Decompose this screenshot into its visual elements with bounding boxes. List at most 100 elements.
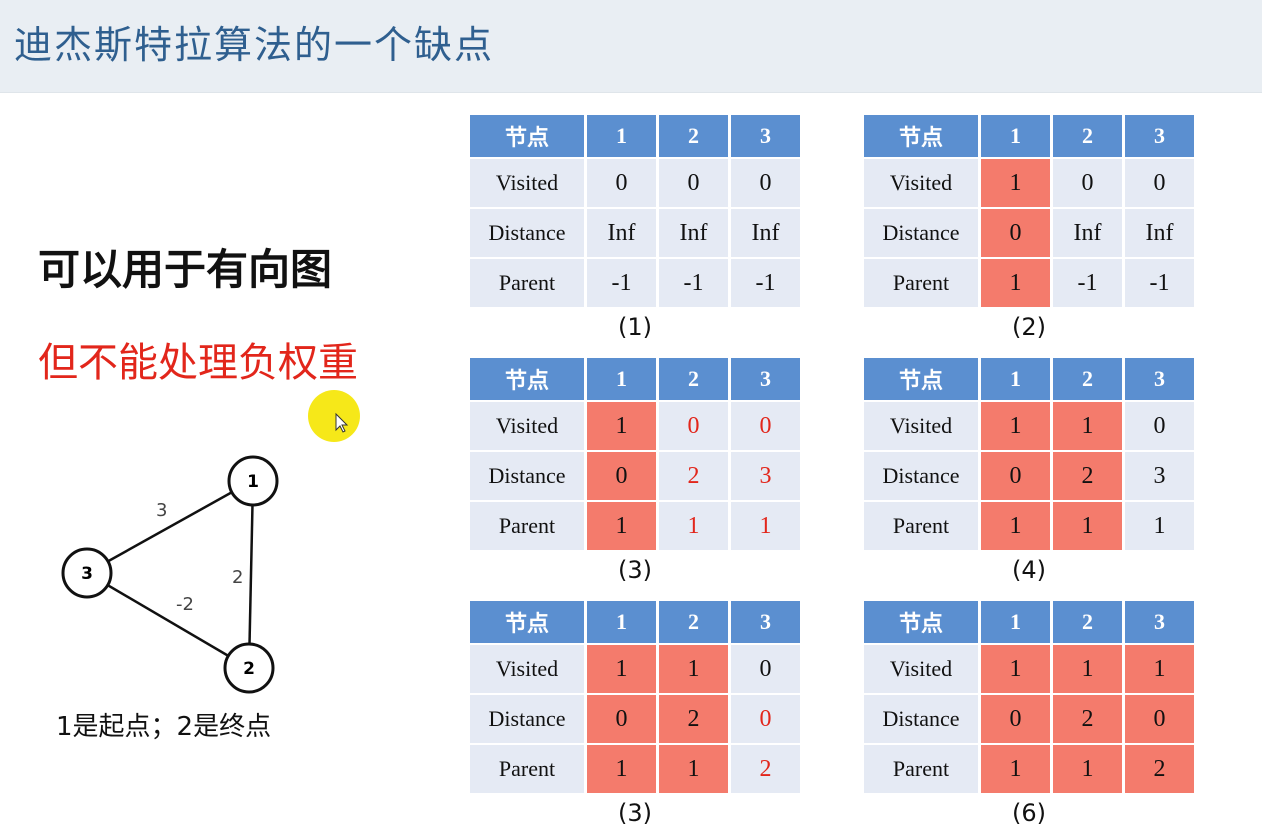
state-table-4: 节点 1 2 3 Visited 1 1 0 Distance 0 2 3 Pa…	[861, 358, 1197, 584]
table-cell: 1	[587, 745, 656, 795]
table-row: Parent 1 1 2	[470, 745, 800, 795]
row-label-visited: Visited	[864, 159, 978, 209]
table-row: Parent -1 -1 -1	[470, 259, 800, 309]
table-cell: 1	[981, 402, 1050, 452]
header-node: 节点	[470, 115, 584, 159]
state-table-1: 节点 1 2 3 Visited 0 0 0 Distance Inf Inf …	[467, 115, 803, 341]
table-row: Parent 1 1 1	[864, 502, 1194, 552]
row-label-distance: Distance	[864, 452, 978, 502]
table-cell: 2	[1125, 745, 1194, 795]
slide-header: 迪杰斯特拉算法的一个缺点	[0, 0, 1262, 93]
table-cell: 0	[981, 209, 1050, 259]
header-col-2: 2	[659, 358, 728, 402]
node-label-2: 2	[243, 659, 255, 679]
table-cell: Inf	[731, 209, 800, 259]
header-col-3: 3	[1125, 115, 1194, 159]
table-cell: 0	[587, 452, 656, 502]
header-col-3: 3	[731, 358, 800, 402]
graph-diagram: 3 2 -2 1 2 3	[61, 455, 279, 694]
row-label-parent: Parent	[470, 745, 584, 795]
edge-1-3	[86, 479, 253, 575]
state-table-3: 节点 1 2 3 Visited 1 0 0 Distance 0 2 3 Pa…	[467, 358, 803, 584]
table-cell: 0	[731, 645, 800, 695]
pointer-highlight-icon	[308, 390, 360, 442]
table-cell: 0	[659, 402, 728, 452]
row-label-distance: Distance	[864, 209, 978, 259]
table-cell: 1	[981, 645, 1050, 695]
table-row: Distance Inf Inf Inf	[470, 209, 800, 259]
table-row: Visited 0 0 0	[470, 159, 800, 209]
table-caption: (3)	[618, 556, 652, 584]
table-cell: 1	[659, 745, 728, 795]
table-cell: 0	[659, 159, 728, 209]
table-caption: (1)	[618, 313, 652, 341]
table-cell: 1	[659, 502, 728, 552]
header-col-1: 1	[587, 115, 656, 159]
edge-3-2	[86, 571, 250, 670]
table-cell: 2	[731, 745, 800, 795]
table-cell: -1	[1053, 259, 1122, 309]
table-cell: 0	[731, 402, 800, 452]
row-label-parent: Parent	[470, 502, 584, 552]
row-label-distance: Distance	[470, 209, 584, 259]
table-cell: 1	[1053, 745, 1122, 795]
table-row: Parent 1 1 1	[470, 502, 800, 552]
table-cell: -1	[731, 259, 800, 309]
table-cell: 0	[1125, 695, 1194, 745]
table-cell: 1	[981, 502, 1050, 552]
table-row: Distance 0 2 0	[864, 695, 1194, 745]
table-cell: -1	[1125, 259, 1194, 309]
row-label-parent: Parent	[864, 259, 978, 309]
table-cell: 1	[1053, 502, 1122, 552]
table-row: Visited 1 1 1	[864, 645, 1194, 695]
table-cell: 2	[1053, 695, 1122, 745]
edge-1-2	[247, 480, 255, 669]
table-cell: 2	[659, 695, 728, 745]
row-label-visited: Visited	[470, 159, 584, 209]
node-label-3: 3	[81, 564, 93, 584]
node-label-1: 1	[247, 472, 259, 492]
row-label-visited: Visited	[864, 402, 978, 452]
table-caption: (2)	[1012, 313, 1046, 341]
table-cell: Inf	[1053, 209, 1122, 259]
header-col-3: 3	[1125, 601, 1194, 645]
header-node: 节点	[470, 358, 584, 402]
table-row: Parent 1 -1 -1	[864, 259, 1194, 309]
header-node: 节点	[864, 601, 978, 645]
header-col-1: 1	[587, 358, 656, 402]
header-col-1: 1	[981, 601, 1050, 645]
state-table-6: 节点 1 2 3 Visited 1 1 1 Distance 0 2 0 Pa…	[861, 601, 1197, 827]
table-cell: 1	[981, 159, 1050, 209]
table-cell: 1	[587, 502, 656, 552]
table-caption: (3)	[618, 799, 652, 827]
table-cell: 1	[1125, 645, 1194, 695]
header-col-3: 3	[1125, 358, 1194, 402]
table-cell: -1	[659, 259, 728, 309]
row-label-distance: Distance	[470, 452, 584, 502]
header-col-2: 2	[659, 601, 728, 645]
table-cell: 0	[731, 159, 800, 209]
table-cell: 0	[1053, 159, 1122, 209]
table-caption: (4)	[1012, 556, 1046, 584]
row-label-visited: Visited	[470, 645, 584, 695]
state-table-5: 节点 1 2 3 Visited 1 1 0 Distance 0 2 0 Pa…	[467, 601, 803, 827]
table-cell: 1	[587, 402, 656, 452]
header-col-2: 2	[1053, 601, 1122, 645]
table-row: Parent 1 1 2	[864, 745, 1194, 795]
table-caption: (6)	[1012, 799, 1046, 827]
header-col-2: 2	[1053, 115, 1122, 159]
state-table-2: 节点 1 2 3 Visited 1 0 0 Distance 0 Inf In…	[861, 115, 1197, 341]
header-node: 节点	[864, 358, 978, 402]
table-row: Distance 0 2 0	[470, 695, 800, 745]
row-label-parent: Parent	[864, 502, 978, 552]
table-cell: 1	[981, 745, 1050, 795]
row-label-visited: Visited	[470, 402, 584, 452]
table-row: Visited 1 1 0	[864, 402, 1194, 452]
edge-weight-1-3: 3	[156, 500, 167, 521]
table-row: Visited 1 0 0	[864, 159, 1194, 209]
table-cell: 0	[731, 695, 800, 745]
table-cell: 0	[587, 159, 656, 209]
header-col-3: 3	[731, 115, 800, 159]
header-col-1: 1	[587, 601, 656, 645]
table-cell: Inf	[659, 209, 728, 259]
